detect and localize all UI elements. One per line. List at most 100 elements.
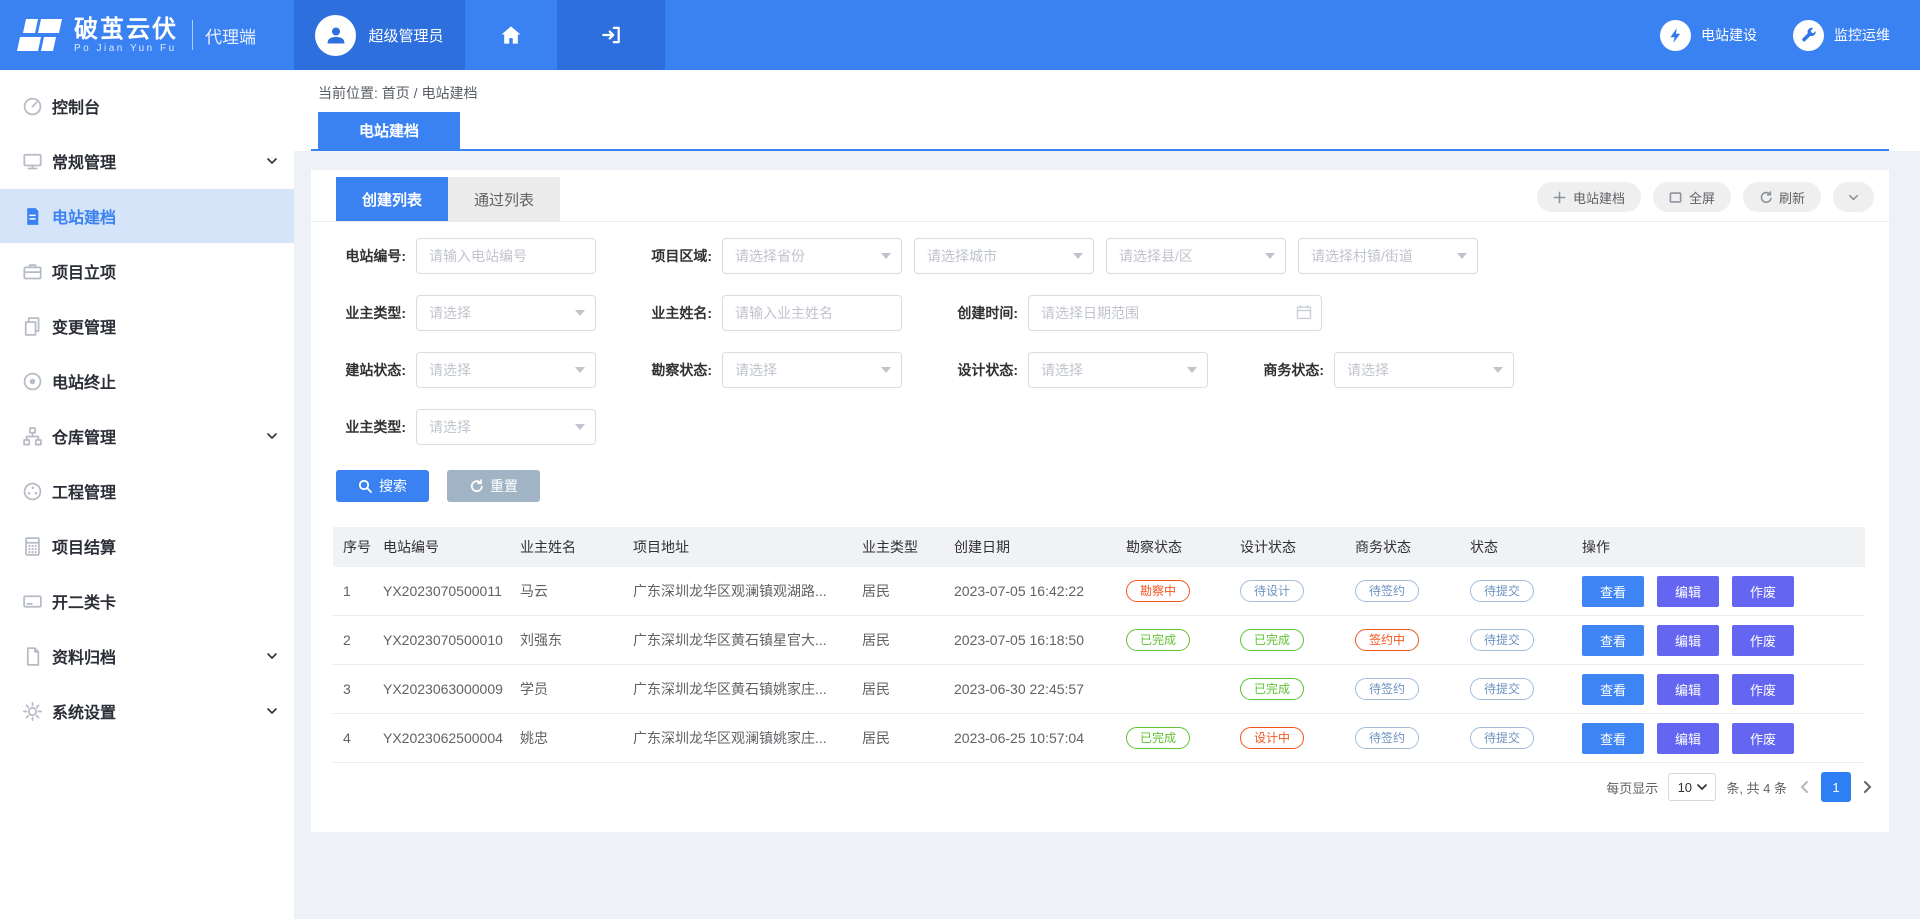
view-button[interactable]: 查看 xyxy=(1582,723,1644,754)
col-header-survey: 勘察状态 xyxy=(1126,537,1240,557)
reset-button[interactable]: 重置 xyxy=(447,470,540,502)
home-icon xyxy=(500,24,522,46)
logout-button[interactable] xyxy=(557,0,665,70)
sidebar-item-data-archive[interactable]: 资料归档 xyxy=(0,629,294,683)
owner-type-select[interactable]: 请选择 xyxy=(416,295,596,331)
design-status-select[interactable]: 请选择 xyxy=(1028,352,1208,388)
nav-station-build-label: 电站建设 xyxy=(1701,25,1757,45)
sidebar-item-open-card[interactable]: 开二类卡 xyxy=(0,574,294,628)
chevron-down-icon xyxy=(1847,191,1860,204)
sidebar-item-change-mgmt[interactable]: 变更管理 xyxy=(0,299,294,353)
search-icon xyxy=(358,479,372,493)
status-badge: 签约中 xyxy=(1355,629,1419,651)
col-header-no: 序号 xyxy=(333,537,383,557)
owner-name-input[interactable] xyxy=(722,295,902,331)
view-button[interactable]: 查看 xyxy=(1582,576,1644,607)
user-menu[interactable]: 超级管理员 xyxy=(294,0,465,70)
dashboard-icon xyxy=(22,481,43,502)
sidebar-item-label: 电站建档 xyxy=(52,204,116,228)
page-tab-underline xyxy=(311,149,1889,151)
fullscreen-icon xyxy=(1669,191,1682,204)
station-no-input[interactable] xyxy=(416,238,596,274)
sidebar-item-system-settings[interactable]: 系统设置 xyxy=(0,684,294,738)
business-status-select[interactable]: 请选择 xyxy=(1334,352,1514,388)
col-header-address: 项目地址 xyxy=(633,537,862,557)
caret-down-icon xyxy=(575,424,585,430)
reset-label: 重置 xyxy=(490,476,518,496)
refresh-button[interactable]: 刷新 xyxy=(1743,182,1821,212)
file-icon xyxy=(22,646,43,667)
survey-status-label: 勘察状态: xyxy=(642,360,712,380)
table-header-row: 序号 电站编号 业主姓名 项目地址 业主类型 创建日期 勘察状态 设计状态 商务… xyxy=(333,527,1865,567)
col-header-business: 商务状态 xyxy=(1355,537,1470,557)
edit-button[interactable]: 编辑 xyxy=(1657,576,1719,607)
county-select[interactable]: 请选择县/区 xyxy=(1106,238,1286,274)
sidebar-item-label: 仓库管理 xyxy=(52,424,116,448)
sidebar-item-project-settlement[interactable]: 项目结算 xyxy=(0,519,294,573)
col-header-owner: 业主姓名 xyxy=(520,537,633,557)
status-badge: 待设计 xyxy=(1240,580,1304,602)
void-button[interactable]: 作废 xyxy=(1732,576,1794,607)
page-tab-station-archive[interactable]: 电站建档 xyxy=(318,112,460,149)
prev-page-button[interactable] xyxy=(1797,778,1811,796)
void-button[interactable]: 作废 xyxy=(1732,723,1794,754)
province-select[interactable]: 请选择省份 xyxy=(722,238,902,274)
caret-down-icon xyxy=(1697,784,1707,791)
business-status-label: 商务状态: xyxy=(1254,360,1324,380)
fullscreen-button[interactable]: 全屏 xyxy=(1653,182,1731,212)
brand-portal-label: 代理端 xyxy=(205,23,256,48)
build-status-select[interactable]: 请选择 xyxy=(416,352,596,388)
per-page-select[interactable]: 10 xyxy=(1668,773,1716,801)
design-status-label: 设计状态: xyxy=(948,360,1018,380)
void-button[interactable]: 作废 xyxy=(1732,625,1794,656)
tab-passed-list[interactable]: 通过列表 xyxy=(448,177,560,221)
sidebar-item-general-mgmt[interactable]: 常规管理 xyxy=(0,134,294,188)
sidebar-item-console[interactable]: 控制台 xyxy=(0,79,294,133)
sidebar-item-label: 项目立项 xyxy=(52,259,116,283)
sidebar-item-station-archive[interactable]: 电站建档 xyxy=(0,189,294,243)
per-page-label: 每页显示 xyxy=(1606,778,1658,797)
edit-button[interactable]: 编辑 xyxy=(1657,674,1719,705)
brand-logo-icon xyxy=(16,15,64,55)
sidebar-item-station-terminate[interactable]: 电站终止 xyxy=(0,354,294,408)
chevron-down-icon xyxy=(266,650,278,662)
next-page-button[interactable] xyxy=(1861,778,1875,796)
add-station-button[interactable]: 电站建档 xyxy=(1537,182,1641,212)
sidebar-item-label: 工程管理 xyxy=(52,479,116,503)
col-header-date: 创建日期 xyxy=(954,537,1126,557)
chevron-left-icon xyxy=(1799,780,1809,794)
search-button[interactable]: 搜索 xyxy=(336,470,429,502)
village-select[interactable]: 请选择村镇/街道 xyxy=(1298,238,1478,274)
chevron-down-icon xyxy=(266,430,278,442)
edit-button[interactable]: 编辑 xyxy=(1657,625,1719,656)
caret-down-icon xyxy=(881,253,891,259)
sidebar-item-label: 变更管理 xyxy=(52,314,116,338)
nav-station-build[interactable]: 电站建设 xyxy=(1660,20,1757,51)
nav-monitor-ops-label: 监控运维 xyxy=(1834,25,1890,45)
tab-create-list[interactable]: 创建列表 xyxy=(336,177,448,221)
status-badge: 设计中 xyxy=(1240,727,1304,749)
survey-status-select[interactable]: 请选择 xyxy=(722,352,902,388)
owner-type-label: 业主类型: xyxy=(336,303,406,323)
status-badge: 待提交 xyxy=(1470,678,1534,700)
sidebar-item-warehouse-mgmt[interactable]: 仓库管理 xyxy=(0,409,294,463)
sidebar-item-label: 常规管理 xyxy=(52,149,116,173)
nav-monitor-ops[interactable]: 监控运维 xyxy=(1793,20,1890,51)
sidebar-item-label: 电站终止 xyxy=(52,369,116,393)
col-header-status: 状态 xyxy=(1470,537,1582,557)
date-range-input[interactable] xyxy=(1028,295,1322,331)
owner-type2-select[interactable]: 请选择 xyxy=(416,409,596,445)
sidebar-item-project-initiation[interactable]: 项目立项 xyxy=(0,244,294,298)
page-number-button[interactable]: 1 xyxy=(1821,772,1851,802)
calculator-icon xyxy=(22,536,43,557)
sidebar-item-label: 控制台 xyxy=(52,94,100,118)
collapse-toolbar-button[interactable] xyxy=(1833,182,1874,212)
void-button[interactable]: 作废 xyxy=(1732,674,1794,705)
view-button[interactable]: 查看 xyxy=(1582,625,1644,656)
sidebar-item-engineering-mgmt[interactable]: 工程管理 xyxy=(0,464,294,518)
edit-button[interactable]: 编辑 xyxy=(1657,723,1719,754)
home-button[interactable] xyxy=(465,0,557,70)
city-select[interactable]: 请选择城市 xyxy=(914,238,1094,274)
view-button[interactable]: 查看 xyxy=(1582,674,1644,705)
caret-down-icon xyxy=(1457,253,1467,259)
